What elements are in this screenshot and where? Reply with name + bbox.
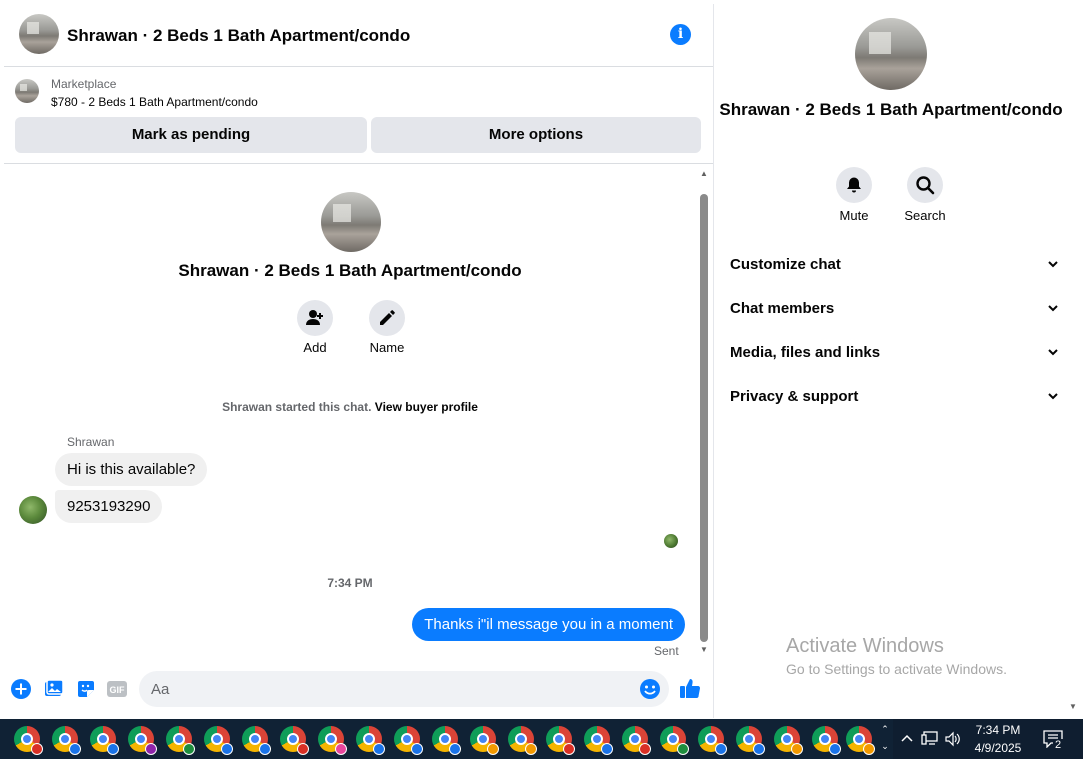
network-icon[interactable] xyxy=(921,731,939,747)
view-buyer-profile-link[interactable]: View buyer profile xyxy=(375,400,478,414)
chrome-profile-icon[interactable] xyxy=(846,726,875,755)
sender-avatar[interactable] xyxy=(19,496,47,524)
rename-button[interactable] xyxy=(369,300,405,336)
notification-count: 2 xyxy=(1053,739,1064,751)
info-icon[interactable]: i xyxy=(670,24,691,45)
chat-started-notice: Shrawan started this chat. View buyer pr… xyxy=(4,400,696,414)
taskbar-scroll-arrows[interactable]: ⌃ ⌄ xyxy=(879,721,891,755)
volume-icon[interactable] xyxy=(944,731,962,747)
section-label: Chat members xyxy=(730,299,835,317)
clock-date[interactable]: 4/9/2025 xyxy=(970,741,1026,755)
chat-avatar[interactable] xyxy=(19,14,59,54)
customize-chat-row[interactable]: Customize chat xyxy=(730,249,1060,279)
clock-time[interactable]: 7:34 PM xyxy=(970,723,1026,737)
chrome-profile-icon[interactable] xyxy=(660,726,689,755)
chat-intro-avatar xyxy=(321,192,381,252)
chrome-profile-icon[interactable] xyxy=(470,726,499,755)
message-input[interactable] xyxy=(139,671,669,707)
sticker-icon[interactable] xyxy=(75,678,97,700)
chrome-profile-icon[interactable] xyxy=(546,726,575,755)
info-avatar[interactable] xyxy=(855,18,927,90)
chrome-profile-icon[interactable] xyxy=(774,726,803,755)
chevron-down-icon xyxy=(1048,305,1058,312)
search-icon xyxy=(916,176,935,195)
chrome-profile-icon[interactable] xyxy=(432,726,461,755)
bell-icon xyxy=(847,177,861,193)
activate-windows-title: Activate Windows xyxy=(786,635,944,657)
media-files-links-row[interactable]: Media, files and links xyxy=(730,337,1060,367)
mute-label: Mute xyxy=(839,208,869,223)
add-label: Add xyxy=(303,340,327,355)
activate-windows-subtitle: Go to Settings to activate Windows. xyxy=(786,661,1007,677)
seen-indicator-avatar xyxy=(664,534,678,548)
plus-circle-icon[interactable] xyxy=(10,678,32,700)
section-label: Media, files and links xyxy=(730,343,881,361)
chat-members-row[interactable]: Chat members xyxy=(730,293,1060,323)
add-people-button[interactable] xyxy=(297,300,333,336)
chevron-down-icon xyxy=(1048,261,1058,268)
chrome-profile-icon[interactable] xyxy=(166,726,195,755)
chevron-down-icon xyxy=(1048,393,1058,400)
chrome-profile-icon[interactable] xyxy=(14,726,43,755)
chrome-profile-icon[interactable] xyxy=(508,726,537,755)
chrome-profile-icon[interactable] xyxy=(584,726,613,755)
scroll-down-arrow[interactable]: ▼ xyxy=(699,645,709,655)
mute-button[interactable] xyxy=(836,167,872,203)
privacy-support-row[interactable]: Privacy & support xyxy=(730,381,1060,411)
add-person-icon xyxy=(306,310,323,325)
gif-icon[interactable]: GIF xyxy=(106,678,128,700)
mark-as-pending-button[interactable]: Mark as pending xyxy=(15,117,367,153)
chrome-profile-icon[interactable] xyxy=(736,726,765,755)
photo-icon[interactable] xyxy=(43,678,65,700)
chrome-profile-icon[interactable] xyxy=(128,726,157,755)
chrome-profile-icon[interactable] xyxy=(318,726,347,755)
scrollbar-thumb[interactable] xyxy=(700,194,708,642)
incoming-message[interactable]: Hi is this available? xyxy=(55,453,208,486)
scroll-up-arrow[interactable]: ▲ xyxy=(699,169,709,179)
message-status: Sent xyxy=(654,644,679,658)
outgoing-message[interactable]: Thanks i"il message you in a moment xyxy=(412,608,685,641)
chat-panel: Shrawan · 2 Beds 1 Bath Apartment/condo … xyxy=(4,4,714,718)
listing-title[interactable]: $780 - 2 Beds 1 Bath Apartment/condo xyxy=(51,95,258,109)
conversation-info-panel: Shrawan · 2 Beds 1 Bath Apartment/condo … xyxy=(715,4,1070,718)
chrome-profile-icon[interactable] xyxy=(52,726,81,755)
pencil-icon xyxy=(380,310,395,325)
chrome-profile-icon[interactable] xyxy=(698,726,727,755)
chevron-up-icon[interactable] xyxy=(900,732,914,746)
svg-text:GIF: GIF xyxy=(110,685,126,695)
chat-intro-title: Shrawan · 2 Beds 1 Bath Apartment/condo xyxy=(178,261,522,280)
chrome-profile-icon[interactable] xyxy=(242,726,271,755)
emoji-icon[interactable] xyxy=(639,678,661,700)
chrome-profile-icon[interactable] xyxy=(204,726,233,755)
marketplace-label: Marketplace xyxy=(51,77,117,91)
chrome-profile-icon[interactable] xyxy=(280,726,309,755)
more-options-button[interactable]: More options xyxy=(371,117,701,153)
chrome-profile-icon[interactable] xyxy=(356,726,385,755)
page-scroll-down-arrow[interactable]: ▼ xyxy=(1069,702,1077,711)
search-label: Search xyxy=(904,208,946,223)
thumbs-up-icon[interactable] xyxy=(679,677,701,699)
chrome-profile-icon[interactable] xyxy=(90,726,119,755)
section-label: Privacy & support xyxy=(730,387,859,405)
chat-started-text: Shrawan started this chat. xyxy=(222,400,375,414)
chrome-profile-icon[interactable] xyxy=(622,726,651,755)
listing-thumbnail[interactable] xyxy=(15,79,39,103)
section-label: Customize chat xyxy=(730,255,841,273)
chat-title[interactable]: Shrawan · 2 Beds 1 Bath Apartment/condo xyxy=(67,26,410,46)
chrome-profile-icon[interactable] xyxy=(394,726,423,755)
divider xyxy=(4,163,713,164)
info-title: Shrawan · 2 Beds 1 Bath Apartment/condo xyxy=(719,100,1063,119)
message-timestamp: 7:34 PM xyxy=(327,576,373,590)
incoming-message[interactable]: 9253193290 xyxy=(55,490,163,523)
chrome-profile-icon[interactable] xyxy=(812,726,841,755)
search-button[interactable] xyxy=(907,167,943,203)
chevron-down-icon xyxy=(1048,349,1058,356)
name-label: Name xyxy=(369,340,405,355)
chat-header: Shrawan · 2 Beds 1 Bath Apartment/condo … xyxy=(4,4,713,67)
sender-name: Shrawan xyxy=(67,435,115,449)
